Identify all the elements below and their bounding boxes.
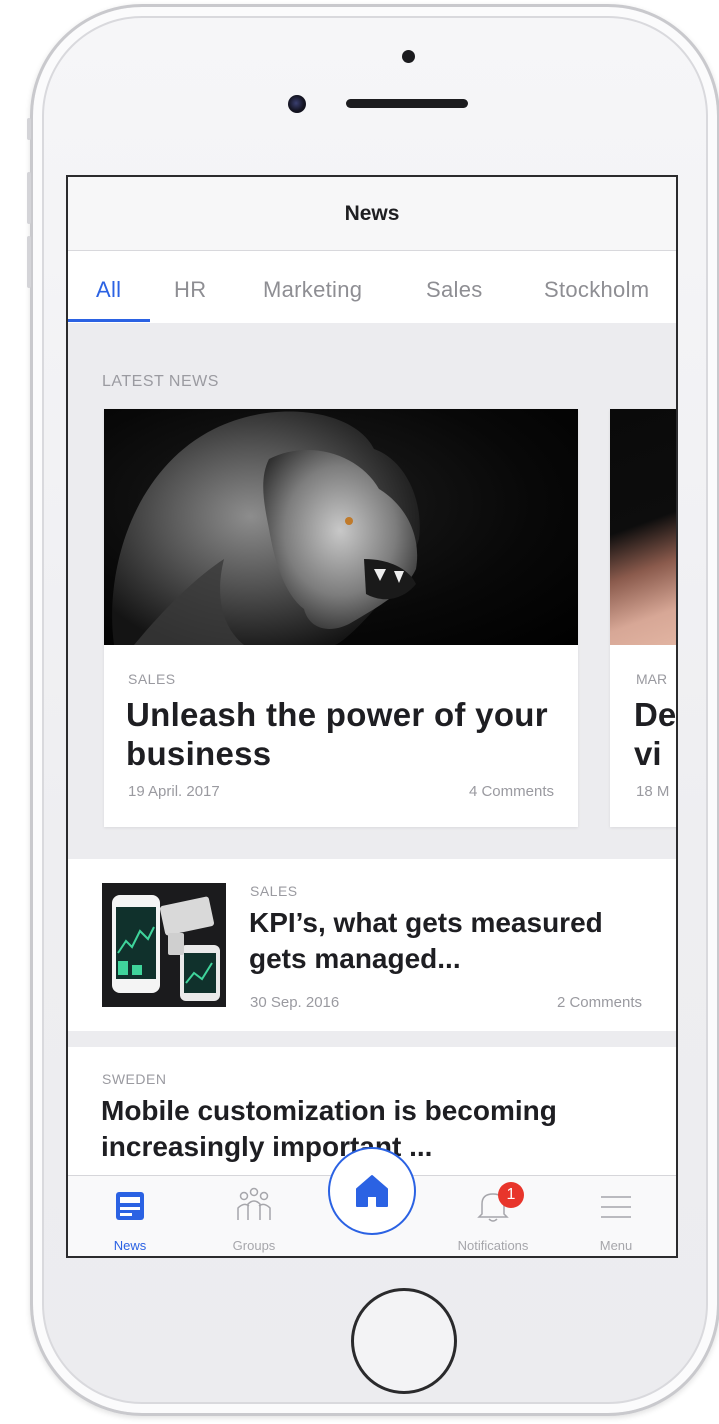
card-date: 18 M — [636, 783, 670, 800]
article-date: 30 Sep. 2016 — [250, 994, 340, 1011]
groups-icon — [237, 1187, 271, 1220]
mute-switch[interactable] — [27, 118, 31, 140]
article-category: SWEDEN — [102, 1071, 167, 1087]
proximity-sensor — [402, 50, 415, 63]
tab-hr[interactable]: HR — [174, 277, 206, 303]
tabbar-groups[interactable]: Groups — [216, 1176, 292, 1256]
article-list-item[interactable]: SALES KPI’s, what gets measured gets man… — [68, 859, 676, 1031]
article-thumbnail — [102, 883, 226, 1007]
notification-count-badge: 1 — [498, 1182, 524, 1208]
card-comments[interactable]: 4 Comments — [469, 783, 554, 800]
category-tabs: All HR Marketing Sales Stockholm — [68, 251, 676, 323]
tabbar-menu[interactable]: Menu — [584, 1176, 648, 1256]
tabbar-notifications[interactable]: Notifications — [438, 1176, 548, 1256]
section-label-latest-news: LATEST NEWS — [102, 373, 219, 390]
phone-mockup-thumbnail — [102, 883, 226, 1007]
next-news-card[interactable]: MAR De vi 18 M — [610, 409, 676, 827]
tabbar-news[interactable]: News — [96, 1176, 164, 1256]
active-tab-indicator — [68, 319, 150, 322]
home-button[interactable] — [351, 1288, 457, 1394]
lion-illustration — [112, 411, 420, 645]
tab-marketing[interactable]: Marketing — [263, 277, 362, 303]
navigation-bar: News — [68, 177, 676, 251]
card-title-line: De — [634, 696, 677, 733]
card-category: SALES — [128, 671, 176, 687]
tabbar-label: Menu — [599, 1238, 633, 1253]
front-camera — [288, 95, 306, 113]
tabbar-label: Groups — [232, 1238, 276, 1253]
card-category: MAR — [636, 671, 668, 687]
card-title-line: vi — [634, 735, 662, 772]
earpiece-speaker — [346, 99, 468, 108]
card-image — [610, 409, 676, 645]
menu-icon — [601, 1196, 631, 1218]
home-icon — [356, 1175, 388, 1207]
app-screen: News All HR Marketing Sales Stockholm LA… — [66, 175, 678, 1258]
lion-image — [104, 409, 578, 645]
volume-up-button[interactable] — [27, 172, 31, 224]
volume-down-button[interactable] — [27, 236, 31, 288]
page-title: News — [344, 201, 400, 225]
featured-news-card[interactable]: SALES Unleash the power of your business… — [104, 409, 578, 827]
news-icon — [116, 1192, 144, 1220]
article-comments[interactable]: 2 Comments — [557, 994, 642, 1011]
article-category: SALES — [250, 883, 298, 899]
card-title: De vi — [634, 695, 676, 773]
card-date: 19 April. 2017 — [128, 783, 220, 800]
article-title: KPI’s, what gets measured gets managed..… — [249, 907, 603, 974]
tabbar-label: Notifications — [457, 1238, 529, 1253]
tabbar-label: News — [113, 1238, 147, 1253]
tab-all[interactable]: All — [96, 277, 121, 303]
home-fab-button[interactable] — [328, 1147, 416, 1235]
tab-stockholm[interactable]: Stockholm — [544, 277, 649, 303]
tab-sales[interactable]: Sales — [426, 277, 483, 303]
card-title: Unleash the power of your business — [126, 696, 548, 772]
